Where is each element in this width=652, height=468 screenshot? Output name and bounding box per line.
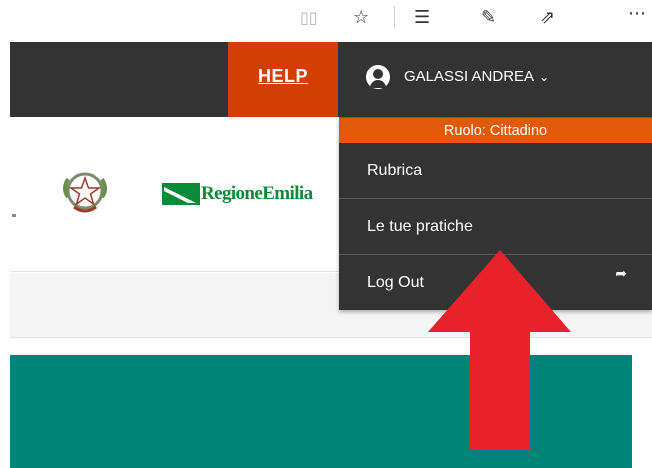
user-avatar-icon [366,64,390,89]
user-name: GALASSI ANDREA [404,68,535,85]
decorative-dot [12,214,16,217]
chevron-down-icon: ⌄ [539,69,550,84]
reading-view-icon[interactable]: ▯▯ [300,8,318,28]
menu-item-rubrica[interactable]: Rubrica [339,143,652,199]
toolbar-divider [394,6,395,28]
region-flag-icon [162,183,200,205]
share-icon[interactable]: ⇗ [540,8,555,28]
site-header: HELP GALASSI ANDREA ⌄ [10,42,652,117]
menu-item-le-tue-pratiche[interactable]: Le tue pratiche [339,199,652,255]
browser-toolbar: ▯▯ ☆ ☰ ✎ ⇗ ⋯ [0,0,652,40]
role-bar: Ruolo: Cittadino [339,117,652,143]
logout-icon: ➦ [615,266,627,282]
web-note-icon[interactable]: ✎ [481,8,496,28]
menu-item-label: Rubrica [367,161,423,179]
italian-republic-emblem-icon [63,172,107,213]
user-menu-button[interactable]: GALASSI ANDREA ⌄ [338,42,652,117]
role-label: Ruolo: Cittadino [443,122,548,139]
more-icon[interactable]: ⋯ [628,4,646,24]
help-button[interactable]: HELP [228,42,338,117]
region-emilia-logo: RegioneEmilia [162,183,313,205]
menu-item-label: Log Out [367,274,424,291]
favorite-star-icon[interactable]: ☆ [353,8,369,28]
favorites-list-icon[interactable]: ☰ [414,8,430,28]
region-name: RegioneEmilia [201,183,313,204]
red-arrow-annotation [428,250,571,450]
help-label: HELP [257,66,308,86]
menu-item-label: Le tue pratiche [367,217,473,235]
